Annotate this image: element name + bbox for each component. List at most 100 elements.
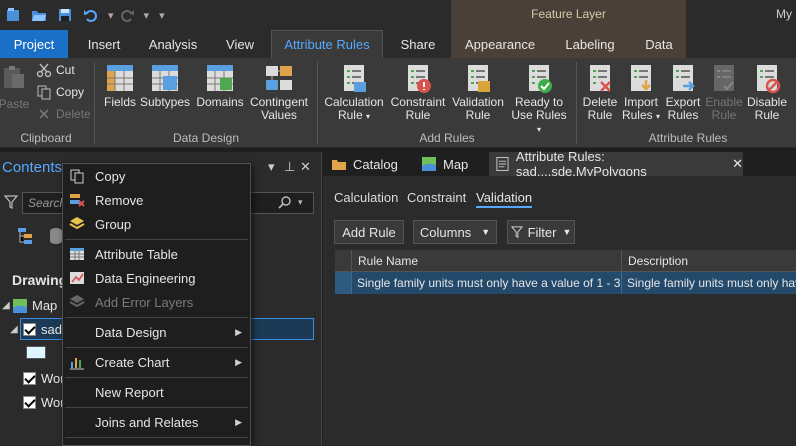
new-project-icon[interactable] <box>0 0 26 30</box>
tab-attribute-rules[interactable]: Attribute Rules <box>271 30 383 58</box>
subtab-calculation[interactable]: Calculation <box>334 190 398 205</box>
menu-separator <box>65 317 248 318</box>
tab-labeling[interactable]: Labeling <box>556 30 624 58</box>
open-project-icon[interactable] <box>26 0 52 30</box>
subtab-validation[interactable]: Validation <box>476 190 533 208</box>
doc-tab-map-label: Map <box>443 156 469 172</box>
table-row[interactable]: Single family units must only have a val… <box>335 272 796 294</box>
filter-label: Filter <box>527 224 557 240</box>
layer-context-menu: Copy Remove Group Attribute Table Data E… <box>62 163 251 446</box>
remove-layer-icon <box>69 192 85 208</box>
domains-button[interactable]: Domains <box>194 62 246 109</box>
import-rules-icon <box>631 65 651 91</box>
doc-tab-attribute-rules[interactable]: Attribute Rules: sad....sde.MyPolygons ✕ <box>489 149 743 179</box>
ready-to-use-rules-icon <box>529 65 552 93</box>
export-rules-button[interactable]: Export Rules <box>662 62 704 122</box>
tab-data[interactable]: Data <box>636 30 682 58</box>
disable-rule-button[interactable]: Disable Rule <box>744 62 790 122</box>
calculation-rule-button[interactable]: Calculation Rule ▾ <box>322 62 386 123</box>
calculation-label-2: Rule ▾ <box>338 109 370 123</box>
copy-icon <box>37 85 51 100</box>
layer-3-visibility-checkbox[interactable] <box>23 396 36 409</box>
column-header-rule-name[interactable]: Rule Name <box>351 250 627 272</box>
menu-item-attribute-table[interactable]: Attribute Table <box>63 242 250 266</box>
save-project-icon[interactable] <box>52 0 78 30</box>
search-icon[interactable] <box>278 195 292 212</box>
list-by-drawing-order-icon[interactable] <box>16 226 38 249</box>
error-layers-icon <box>69 294 85 310</box>
menu-item-group[interactable]: Group <box>63 212 250 236</box>
cell-rule-name[interactable]: Single family units must only have a val… <box>351 272 621 294</box>
context-tab-title: Feature Layer <box>531 7 606 21</box>
copy-button[interactable]: Copy <box>36 84 84 100</box>
menu-item-create-chart[interactable]: Create Chart ▶ <box>63 350 250 374</box>
doc-tab-catalog[interactable]: Catalog <box>325 152 415 176</box>
subtab-constraint[interactable]: Constraint <box>407 190 466 205</box>
chart-icon <box>69 354 85 370</box>
group-layers-icon <box>69 216 85 232</box>
layer-expand-icon[interactable]: ◢ <box>10 324 18 335</box>
filter-dropdown[interactable]: Filter ▼ <box>507 220 575 244</box>
layer-visibility-checkbox[interactable] <box>23 323 36 336</box>
pane-options-icon[interactable]: ▾ <box>268 159 275 175</box>
redo-dropdown-icon[interactable]: ▾ <box>144 9 150 22</box>
tab-share[interactable]: Share <box>390 30 446 58</box>
polygon-symbol-icon <box>26 346 46 359</box>
constraint-rule-button[interactable]: Constraint Rule <box>388 62 448 122</box>
menu-item-new-report[interactable]: New Report <box>63 380 250 404</box>
ready-to-use-rules-button[interactable]: Ready to Use Rules ▾ <box>508 62 570 136</box>
menu-item-data-engineering[interactable]: Data Engineering <box>63 266 250 290</box>
doc-tab-map[interactable]: Map <box>415 152 485 176</box>
add-rule-button[interactable]: Add Rule <box>334 220 404 244</box>
tab-analysis[interactable]: Analysis <box>140 30 206 58</box>
search-dropdown-icon[interactable]: ▾ <box>298 197 303 208</box>
cut-button[interactable]: Cut <box>36 62 75 78</box>
menu-item-add-error-layers[interactable]: Add Error Layers <box>63 290 250 314</box>
undo-icon[interactable] <box>78 0 104 30</box>
map-node-label[interactable]: Map <box>32 298 57 313</box>
filter-icon <box>510 226 523 238</box>
redo-icon[interactable] <box>114 0 140 30</box>
menu-item-copy[interactable]: Copy <box>63 164 250 188</box>
close-tab-icon[interactable]: ✕ <box>732 156 743 172</box>
close-icon[interactable]: ✕ <box>300 159 311 175</box>
enable-rule-button[interactable]: Enable Rule <box>704 62 744 122</box>
ready-label-2-text: Use Rules <box>511 108 567 122</box>
pin-icon[interactable]: ⊥ <box>284 159 295 175</box>
column-header-description[interactable]: Description <box>621 250 796 272</box>
validation-rule-icon <box>468 65 490 92</box>
layer-2-visibility-checkbox[interactable] <box>23 372 36 385</box>
menu-item-remove-label: Remove <box>95 192 144 208</box>
catalog-icon <box>332 160 346 170</box>
calculation-label-2-text: Rule <box>337 108 363 122</box>
row-selector[interactable] <box>335 272 351 294</box>
columns-dropdown-icon: ▼ <box>481 227 491 237</box>
menu-item-joins-and-relates[interactable]: Joins and Relates ▶ <box>63 410 250 434</box>
map-expand-icon[interactable]: ◢ <box>2 300 10 311</box>
import-rules-button[interactable]: Import Rules ▾ <box>620 62 662 123</box>
fields-button[interactable]: Fields <box>102 62 138 109</box>
customize-toolbar-icon[interactable]: ▾ <box>159 9 165 22</box>
menu-item-data-design[interactable]: Data Design ▶ <box>63 320 250 344</box>
tab-appearance[interactable]: Appearance <box>458 30 542 58</box>
filter-icon[interactable] <box>3 195 19 212</box>
menu-item-remove[interactable]: Remove <box>63 188 250 212</box>
subtypes-button[interactable]: Subtypes <box>140 62 190 109</box>
menu-item-copy-label: Copy <box>95 168 126 184</box>
columns-dropdown[interactable]: Columns ▼ <box>413 220 497 244</box>
menu-item-attribute-table-label: Attribute Table <box>95 246 178 262</box>
constraint-rule-icon <box>408 65 431 93</box>
map-icon <box>422 157 436 171</box>
tab-view[interactable]: View <box>214 30 266 58</box>
delete-button[interactable]: Delete <box>36 106 91 122</box>
cell-description[interactable]: Single family units must only hav <box>621 272 796 294</box>
delete-rule-button[interactable]: Delete Rule <box>580 62 620 122</box>
tab-insert[interactable]: Insert <box>76 30 132 58</box>
validation-rule-button[interactable]: Validation Rule <box>450 62 506 122</box>
menu-separator <box>65 377 248 378</box>
tab-project[interactable]: Project <box>0 30 68 58</box>
paste-button[interactable]: Paste <box>0 64 29 111</box>
contingent-values-button[interactable]: Contingent Values <box>248 62 310 122</box>
enable-label-2: Rule <box>711 108 737 122</box>
ribbon: Paste Cut Copy Delete Clipboard Fields S… <box>0 58 796 148</box>
